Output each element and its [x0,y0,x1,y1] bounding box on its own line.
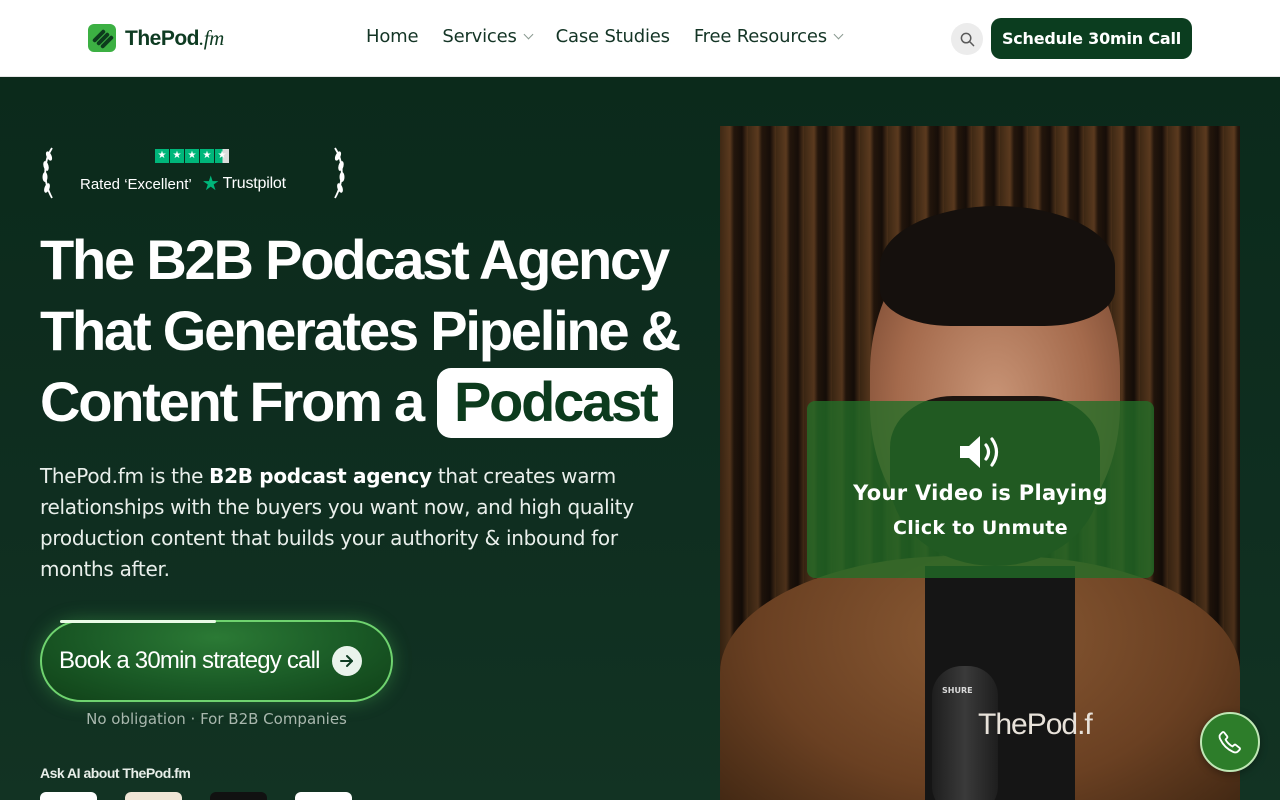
unmute-label: Click to Unmute [893,517,1068,539]
site-header: ThePod.fm Home Services Case Studies Fre… [0,0,1280,77]
speaker-icon [959,436,998,468]
headline-highlight: Podcast [436,368,674,438]
star-icon: ★ [200,149,214,163]
arrow-right-icon [331,646,362,676]
overlay-title: Your Video is Playing [853,481,1108,505]
phone-icon [1218,731,1241,754]
laurel-left-icon [42,147,53,199]
search-icon [960,32,974,46]
headline-line: Content From a Podcast [40,366,680,438]
star-icon: ★ [155,149,169,163]
ai-perplexity-icon[interactable] [210,792,267,800]
star-icon: ★ [170,149,184,163]
star-icon: ★ [185,149,199,163]
call-button[interactable] [1200,712,1260,772]
trustpilot-star-icon: ★ [201,173,220,195]
schedule-call-button[interactable]: Schedule 30min Call [991,18,1192,59]
ai-assistant-links [40,792,352,800]
chevron-down-icon [523,29,534,40]
star-rating: ★ ★ ★ ★ ★ [155,149,229,163]
trustpilot-logo-text: Trustpilot [222,175,286,192]
headline-line: The B2B Podcast Agency [40,228,670,291]
star-half-icon: ★ [215,149,229,163]
video-person-hair [880,206,1115,326]
hero-headline: The B2B Podcast Agency That Generates Pi… [40,224,681,438]
chevron-down-icon [833,29,844,40]
nav-free-resources[interactable]: Free Resources [694,26,844,47]
ai-gemini-icon[interactable] [295,792,352,800]
unmute-overlay[interactable]: Your Video is Playing Click to Unmute [807,401,1154,578]
ai-chatgpt-icon[interactable] [40,792,97,800]
cta-note: No obligation · For B2B Companies [86,710,347,728]
nav-services[interactable]: Services [442,26,534,47]
ask-ai-label: Ask AI about ThePod.fm [40,765,191,781]
shirt-logo: ThePod.f [978,708,1093,741]
main-nav: Home Services Case Studies Free Resource… [366,26,844,47]
nav-case-studies[interactable]: Case Studies [556,26,670,47]
logo[interactable]: ThePod.fm [88,24,224,52]
nav-home[interactable]: Home [366,26,419,47]
logo-icon [88,24,116,52]
headline-line: That Generates Pipeline & [40,299,681,362]
hero-description: ThePod.fm is the B2B podcast agency that… [40,464,634,581]
laurel-right-icon [334,147,345,199]
search-button[interactable] [951,23,983,55]
logo-text: ThePod.fm [125,25,224,50]
book-strategy-call-button[interactable]: Book a 30min strategy call [40,620,393,702]
rating-text: Rated ‘Excellent’ ★ Trustpilot [80,173,286,195]
microphone-brand: SHURE [942,686,973,695]
ai-claude-icon[interactable] [125,792,182,800]
button-highlight [60,620,216,623]
trustpilot-rating[interactable]: ★ ★ ★ ★ ★ Rated ‘Excellent’ ★ Trustpilot [40,146,347,200]
book-call-label: Book a 30min strategy call [59,647,320,674]
